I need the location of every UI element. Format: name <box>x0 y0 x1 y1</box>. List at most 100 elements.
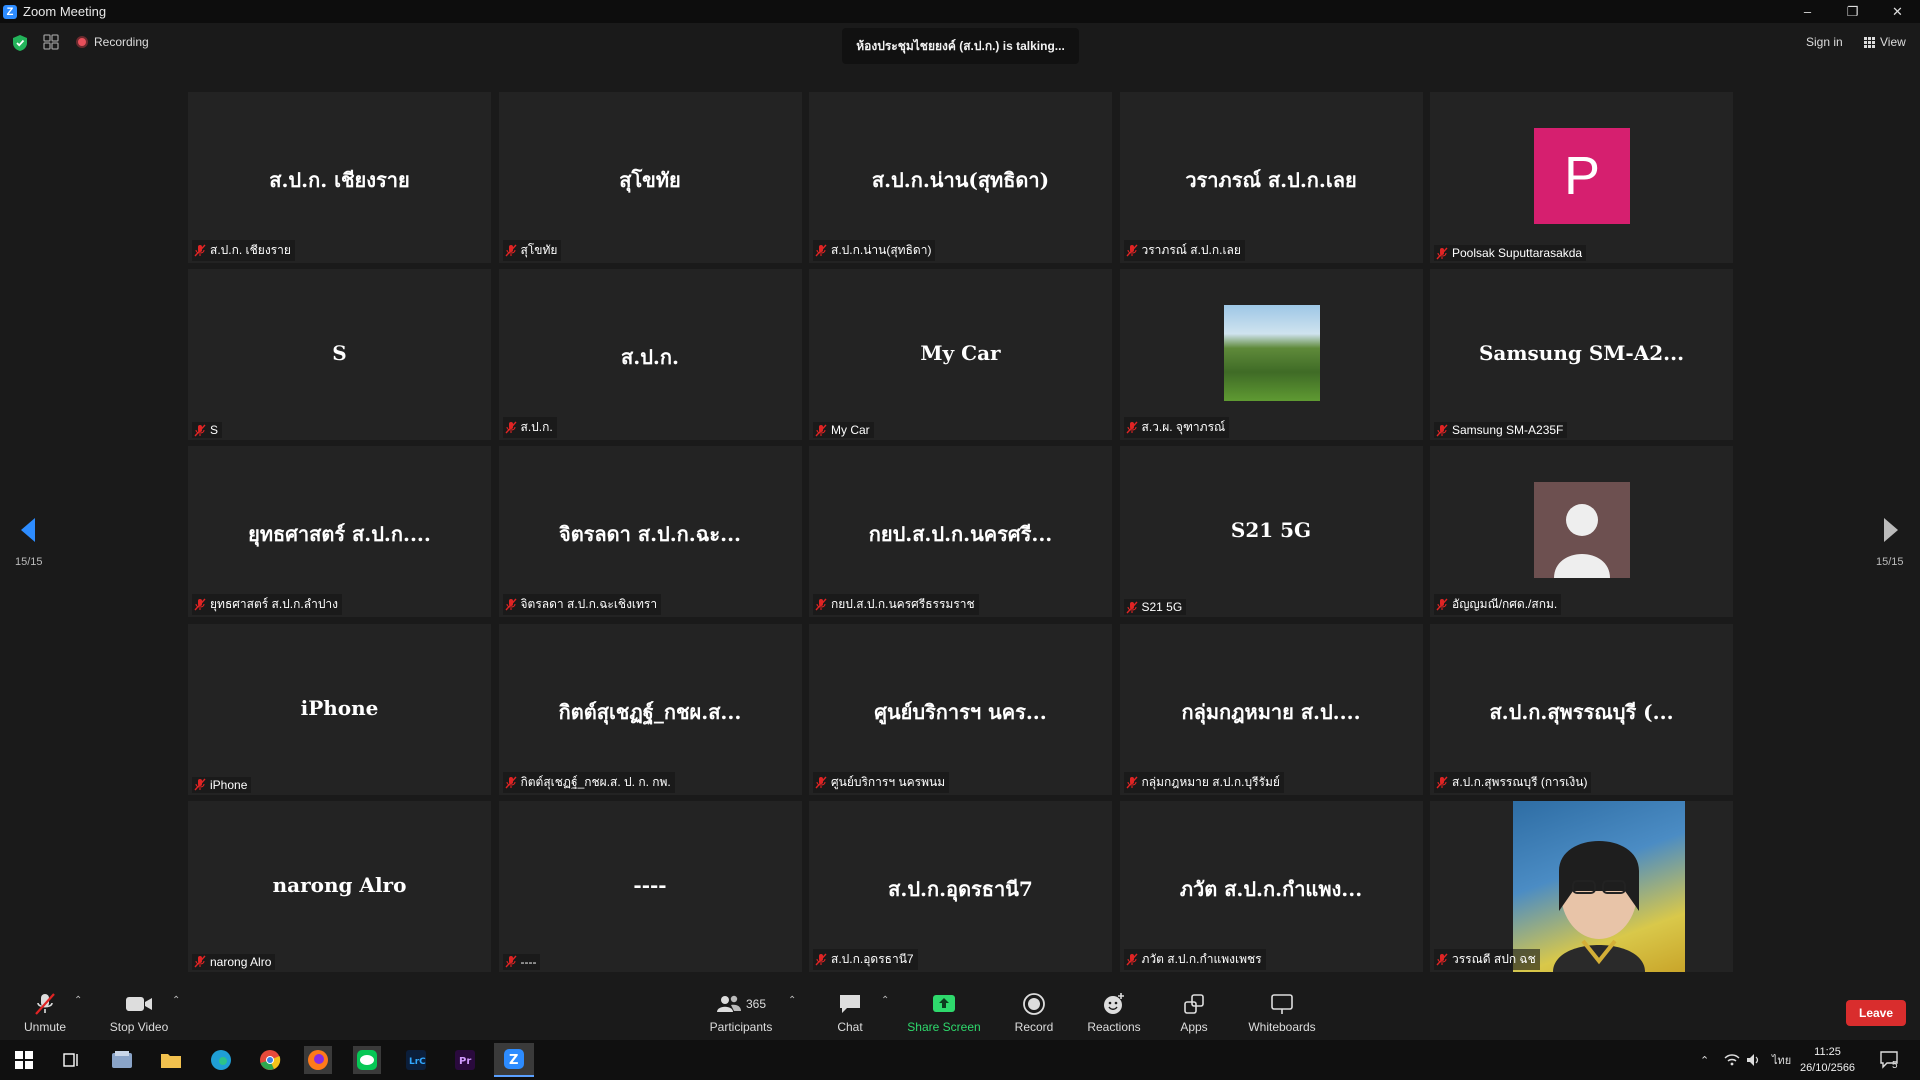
participant-tile[interactable]: ---- ---- <box>498 800 802 972</box>
participants-button[interactable]: 365 Participants <box>705 992 777 1034</box>
participant-tile[interactable]: ส.ป.ก. ส.ป.ก. <box>498 269 802 441</box>
muted-mic-icon <box>1436 598 1448 611</box>
video-options-caret-icon[interactable]: ⌃ <box>172 995 180 1006</box>
participant-name: ---- <box>520 954 537 969</box>
share-screen-button[interactable]: Share Screen <box>905 992 983 1034</box>
chat-caret-icon[interactable]: ⌃ <box>881 995 889 1006</box>
participant-tile[interactable]: วรรณดี สปก ฉช <box>1430 800 1733 972</box>
participant-name: กลุ่มกฎหมาย ส.ป.ก.บุรีรัมย์ <box>1141 774 1280 789</box>
participant-name: ส.ป.ก.สุพรรณบุรี (การเงิน) <box>1452 774 1588 789</box>
recording-indicator[interactable]: Recording <box>76 35 149 49</box>
active-speaker-banner: ห้องประชุมไชยยงค์ (ส.ป.ก.) is talking... <box>842 28 1079 64</box>
clock-date: 26/10/2566 <box>1800 1062 1856 1074</box>
participant-name-label: จิตรลดา ส.ป.ก.ฉะเชิงเทรา <box>502 594 662 616</box>
participant-tile[interactable]: ส.ป.ก. เชียงราย ส.ป.ก. เชียงราย <box>188 92 491 263</box>
muted-mic-icon <box>815 598 827 611</box>
record-icon <box>1023 993 1045 1015</box>
participant-tile[interactable]: SS <box>188 269 491 441</box>
participant-tile[interactable]: ส.ป.ก.อุดรธานี7 ส.ป.ก.อุดรธานี7 <box>809 800 1112 972</box>
participant-name: สุโขทัย <box>520 243 558 257</box>
avatar-landscape-image <box>1223 305 1320 402</box>
apps-label: Apps <box>1180 1020 1208 1034</box>
participant-name-label: ศูนย์บริการฯ นครพนม <box>813 771 950 793</box>
stop-video-button[interactable]: Stop Video <box>105 992 173 1034</box>
participant-name: Samsung SM-A235F <box>1452 423 1564 438</box>
participants-caret-icon[interactable]: ⌃ <box>788 995 796 1006</box>
participant-tile[interactable]: ส.ป.ก.สุพรรณบุรี (... ส.ป.ก.สุพรรณบุรี (ก… <box>1430 623 1733 795</box>
participant-tile[interactable]: ยุทธศาสตร์ ส.ป.ก.... ยุทธศาสตร์ ส.ป.ก.ลำป… <box>188 446 491 618</box>
whiteboards-button[interactable]: Whiteboards <box>1246 992 1318 1034</box>
minimize-button[interactable]: – <box>1785 0 1830 23</box>
edge-browser-icon[interactable] <box>207 1046 235 1074</box>
unmute-button[interactable]: Unmute <box>20 992 70 1034</box>
participant-tile[interactable]: ส.ป.ก.น่าน(สุทธิดา) ส.ป.ก.น่าน(สุทธิดา) <box>809 92 1112 263</box>
whiteboard-icon <box>1271 994 1293 1014</box>
chrome-browser-icon[interactable] <box>256 1046 284 1074</box>
muted-microphone-icon <box>35 993 55 1015</box>
participant-name: จิตรลดา ส.ป.ก.ฉะเชิงเทรา <box>520 597 658 612</box>
participant-display-name: ศูนย์บริการฯ นคร... <box>874 699 1047 724</box>
chat-button[interactable]: Chat <box>830 992 870 1034</box>
muted-mic-icon <box>815 776 827 789</box>
close-window-button[interactable]: ✕ <box>1875 0 1920 23</box>
participant-tile[interactable]: กิตต์สุเชฏฐ์_กชผ.ส... กิตต์สุเชฏฐ์_กชผ.ส.… <box>498 623 802 795</box>
participant-tile[interactable]: สุโขทัย สุโขทัย <box>498 92 802 263</box>
share-screen-label: Share Screen <box>907 1020 981 1034</box>
participant-tile[interactable]: จิตรลดา ส.ป.ก.ฉะ... จิตรลดา ส.ป.ก.ฉะเชิงเ… <box>498 446 802 618</box>
participants-count: 365 <box>745 997 767 1011</box>
participant-tile[interactable]: กยป.ส.ป.ก.นครศรี... กยป.ส.ป.ก.นครศรีธรรมร… <box>809 446 1112 618</box>
firefox-browser-icon[interactable] <box>304 1046 332 1074</box>
sign-in-link[interactable]: Sign in <box>1806 35 1843 49</box>
wifi-icon[interactable] <box>1724 1040 1740 1080</box>
zoom-taskbar-icon[interactable]: Z <box>494 1043 534 1077</box>
file-explorer-icon[interactable] <box>157 1046 185 1074</box>
security-shield-icon[interactable] <box>12 34 28 52</box>
muted-mic-icon <box>194 778 206 791</box>
recording-dot-icon <box>76 36 88 48</box>
leave-button[interactable]: Leave <box>1846 1000 1906 1026</box>
next-page-icon[interactable] <box>1880 516 1902 544</box>
muted-mic-icon <box>815 424 827 437</box>
whiteboards-label: Whiteboards <box>1248 1020 1316 1034</box>
participant-name: ยุทธศาสตร์ ส.ป.ก.ลำปาง <box>210 597 339 612</box>
restore-button[interactable]: ❐ <box>1830 0 1875 23</box>
participant-tile[interactable]: ภวัต ส.ป.ก.กำแพง... ภวัต ส.ป.ก.กำแพงเพชร <box>1119 800 1423 972</box>
lightroom-classic-icon[interactable]: LrC <box>402 1046 430 1074</box>
participant-tile[interactable]: narong Alro narong Alro <box>188 800 491 972</box>
record-button[interactable]: Record <box>1012 992 1056 1034</box>
premiere-pro-icon[interactable]: Pr <box>451 1046 479 1074</box>
previous-page-icon[interactable] <box>17 516 39 544</box>
video-camera-icon <box>126 997 152 1011</box>
participant-tile[interactable]: S21 5G S21 5G <box>1119 446 1423 618</box>
participant-tile[interactable]: P Poolsak Suputtarasakda <box>1430 92 1733 263</box>
participant-tile[interactable]: ศูนย์บริการฯ นคร... ศูนย์บริการฯ นครพนม <box>809 623 1112 795</box>
task-view-icon[interactable] <box>58 1046 86 1074</box>
apps-button[interactable]: Apps <box>1176 992 1212 1034</box>
view-button[interactable]: View <box>1864 35 1906 49</box>
windows-start-icon[interactable] <box>10 1046 38 1074</box>
reactions-button[interactable]: Reactions <box>1086 992 1142 1034</box>
participant-tile[interactable]: iPhone iPhone <box>188 623 491 795</box>
tray-chevron-icon[interactable]: ⌃ <box>1700 1040 1709 1080</box>
participant-name-label: สุโขทัย <box>502 240 562 261</box>
meeting-info-icon[interactable] <box>43 34 59 50</box>
muted-mic-icon <box>1125 421 1138 434</box>
participant-tile[interactable]: My Car My Car <box>809 269 1112 441</box>
page-indicator-left: 15/15 <box>15 556 43 568</box>
participant-tile[interactable]: Samsung SM-A2... Samsung SM-A235F <box>1430 269 1733 441</box>
participant-tile[interactable]: วราภรณ์ ส.ป.ก.เลย วราภรณ์ ส.ป.ก.เลย <box>1119 92 1423 263</box>
audio-options-caret-icon[interactable]: ⌃ <box>74 995 82 1006</box>
windows-taskbar: LrC Pr Z ⌃ ไทย 11:25 26/10/2566 5 <box>0 1040 1920 1080</box>
taskbar-clock[interactable]: 11:25 26/10/2566 <box>1800 1044 1855 1076</box>
file-app-icon[interactable] <box>108 1046 136 1074</box>
participant-display-name: ---- <box>633 872 667 897</box>
speaker-icon[interactable] <box>1746 1040 1762 1080</box>
participant-name: อัญญมณี/กศด./สกม. <box>1452 597 1558 612</box>
participant-tile[interactable]: อัญญมณี/กศด./สกม. <box>1430 446 1733 618</box>
participant-tile[interactable]: ส.ว.ผ. จุฑาภรณ์ <box>1119 269 1423 441</box>
notifications-icon[interactable]: 5 <box>1880 1040 1898 1080</box>
participant-tile[interactable]: กลุ่มกฎหมาย ส.ป.... กลุ่มกฎหมาย ส.ป.ก.บุร… <box>1119 623 1423 795</box>
line-app-icon[interactable] <box>353 1046 381 1074</box>
view-grid-icon <box>1864 36 1875 48</box>
input-language[interactable]: ไทย <box>1772 1040 1791 1080</box>
